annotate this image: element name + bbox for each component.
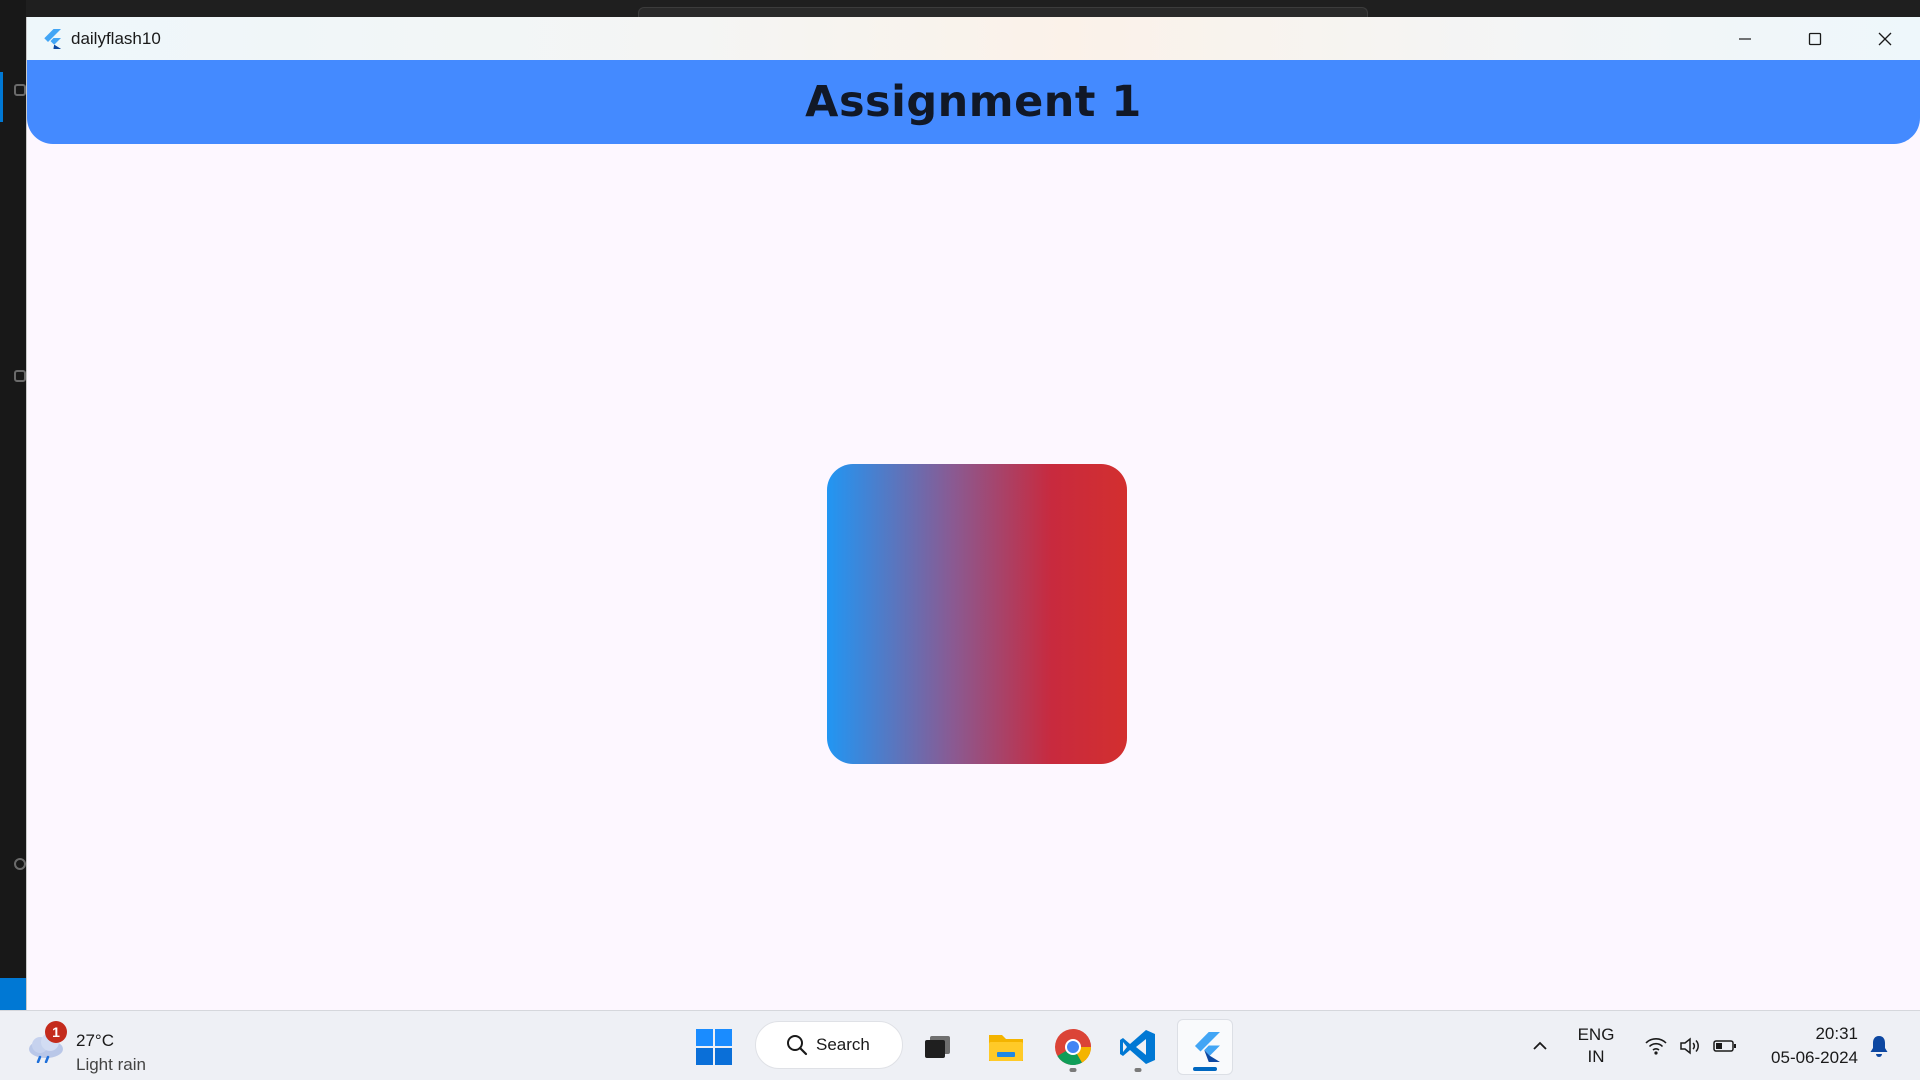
start-button[interactable] bbox=[686, 1019, 742, 1075]
explorer-icon bbox=[14, 84, 26, 96]
system-status-group[interactable] bbox=[1636, 1011, 1746, 1080]
background-window-top bbox=[0, 0, 1920, 19]
vscode-icon bbox=[1120, 1030, 1155, 1064]
app-bar: Assignment 1 bbox=[27, 60, 1920, 144]
background-remote-indicator bbox=[0, 978, 26, 1010]
clock-date: 05-06-2024 bbox=[1771, 1048, 1858, 1067]
notification-badge: 1 bbox=[45, 1021, 67, 1043]
battery-icon bbox=[1713, 1040, 1736, 1052]
running-indicator bbox=[1134, 1068, 1142, 1072]
flutter-icon bbox=[44, 28, 61, 49]
close-icon bbox=[1878, 32, 1892, 45]
tray-overflow-button[interactable] bbox=[1520, 1011, 1560, 1080]
minimize-button[interactable] bbox=[1710, 17, 1780, 60]
language-code: ENG bbox=[1577, 1025, 1615, 1044]
extensions-icon bbox=[14, 370, 26, 382]
bell-icon bbox=[1870, 1036, 1888, 1057]
maximize-button[interactable] bbox=[1780, 17, 1850, 60]
minimize-icon bbox=[1739, 37, 1751, 40]
active-indicator bbox=[1193, 1067, 1217, 1071]
app-window: dailyflash10 Assignment 1 bbox=[26, 17, 1920, 1010]
clock[interactable]: 20:31 05-06-2024 bbox=[1750, 1011, 1858, 1080]
volume-icon bbox=[1680, 1037, 1699, 1055]
maximize-icon bbox=[1808, 32, 1822, 45]
page-title: Assignment 1 bbox=[805, 77, 1142, 127]
window-controls bbox=[1710, 17, 1920, 60]
windows-start-icon bbox=[696, 1029, 732, 1065]
chrome-button[interactable] bbox=[1045, 1019, 1101, 1075]
weather-temperature: 27°C bbox=[76, 1031, 114, 1050]
flutter-icon bbox=[1194, 1032, 1220, 1062]
running-indicator bbox=[1069, 1068, 1077, 1072]
task-view-icon bbox=[925, 1036, 950, 1058]
taskbar-search[interactable]: Search bbox=[755, 1021, 903, 1069]
file-explorer-button[interactable] bbox=[978, 1019, 1034, 1075]
search-label: Search bbox=[816, 1035, 870, 1054]
gradient-container bbox=[827, 464, 1127, 764]
weather-widget[interactable]: 1 27°C Light rain bbox=[26, 1021, 226, 1074]
region-code: IN bbox=[1587, 1047, 1605, 1066]
vscode-button[interactable] bbox=[1110, 1019, 1166, 1075]
notification-center-button[interactable] bbox=[1862, 1011, 1896, 1080]
title-bar[interactable]: dailyflash10 bbox=[27, 17, 1920, 60]
background-activity-bar bbox=[0, 0, 26, 1010]
clock-time: 20:31 bbox=[1815, 1024, 1858, 1043]
account-icon bbox=[14, 858, 26, 870]
language-indicator[interactable]: ENG IN bbox=[1570, 1011, 1622, 1080]
flutter-app-button[interactable] bbox=[1177, 1019, 1233, 1075]
wifi-icon bbox=[1645, 1038, 1667, 1055]
taskbar: 1 27°C Light rain Search ENG IN 20:31 05… bbox=[0, 1010, 1920, 1080]
search-icon bbox=[787, 1035, 808, 1056]
chevron-up-icon bbox=[1533, 1041, 1547, 1050]
chrome-icon bbox=[1055, 1029, 1091, 1066]
background-active-indicator bbox=[0, 72, 3, 122]
weather-condition: Light rain bbox=[76, 1055, 146, 1074]
window-title: dailyflash10 bbox=[71, 28, 161, 48]
close-button[interactable] bbox=[1850, 17, 1920, 60]
folder-icon bbox=[989, 1035, 1023, 1061]
task-view-button[interactable] bbox=[909, 1019, 965, 1075]
